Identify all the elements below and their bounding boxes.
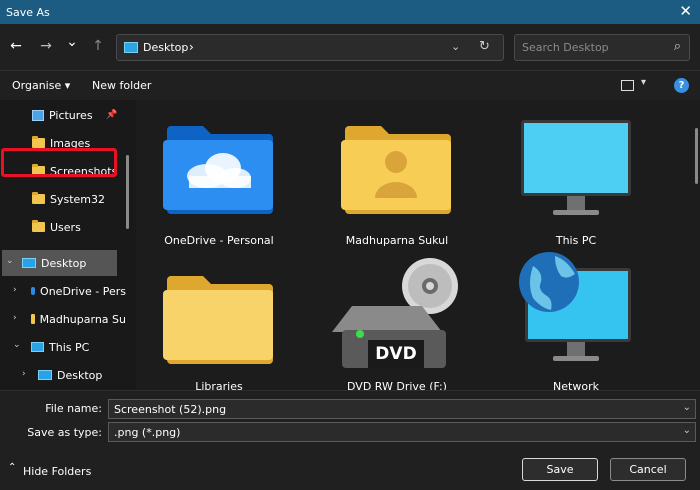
- cloud-icon: [31, 287, 36, 295]
- forward-arrow-icon[interactable]: →: [36, 36, 56, 56]
- up-arrow-icon[interactable]: ↑: [88, 36, 108, 56]
- close-icon[interactable]: ✕: [679, 2, 692, 20]
- hide-folders-chevron-icon[interactable]: ⌃: [8, 462, 16, 473]
- address-location[interactable]: Desktop: [143, 41, 188, 54]
- sidebar-item-label: OneDrive - Pers: [40, 284, 126, 298]
- monitor-icon: [521, 120, 631, 215]
- title-bar: Save As ✕: [0, 0, 700, 24]
- sidebar-item-this-pc[interactable]: ⌄ This PC: [0, 334, 126, 360]
- network-icon: [519, 252, 631, 361]
- content-item-label: This PC: [555, 234, 597, 247]
- content-item-label: Madhuparna Sukul: [345, 234, 449, 247]
- chevron-right-icon[interactable]: ›: [22, 369, 26, 379]
- search-placeholder[interactable]: Search Desktop: [522, 41, 609, 54]
- folder-icon: [32, 192, 45, 204]
- sidebar-item-pc-desktop[interactable]: › Desktop: [0, 362, 126, 388]
- pin-icon[interactable]: 📌: [106, 110, 117, 120]
- content-item-label: OneDrive - Personal: [164, 234, 274, 247]
- sidebar-item-label: This PC: [49, 340, 90, 354]
- sidebar-item-desktop[interactable]: ⌄ Desktop: [2, 250, 117, 276]
- new-folder-button[interactable]: New folder: [92, 79, 151, 92]
- file-name-dropdown-icon[interactable]: ⌄: [683, 402, 691, 413]
- back-arrow-icon[interactable]: ←: [6, 36, 26, 56]
- address-bar[interactable]: Desktop › ⌄ ↻: [116, 34, 504, 61]
- selection-highlight-outline: [1, 148, 117, 177]
- file-name-label: File name:: [45, 402, 102, 415]
- folder-icon: [163, 276, 273, 364]
- pictures-icon: [32, 109, 44, 121]
- folder-icon: [32, 220, 45, 232]
- sidebar-item-label: Madhuparna Su: [39, 312, 126, 326]
- folder-icon: [32, 136, 45, 148]
- content-item-this-pc[interactable]: This PC: [511, 118, 641, 248]
- content-item-network[interactable]: Network: [511, 252, 641, 390]
- desktop-icon: [22, 258, 36, 268]
- command-toolbar: Organise ▾ New folder ▾ ?: [0, 70, 700, 100]
- breadcrumb-chevron-icon[interactable]: ›: [189, 40, 194, 54]
- user-folder-icon: [31, 314, 35, 324]
- search-icon[interactable]: ⌕: [674, 39, 681, 54]
- sidebar-item-label: Users: [50, 220, 81, 234]
- onedrive-folder-icon: [163, 126, 273, 214]
- recent-locations-chevron-icon[interactable]: ⌄: [62, 32, 82, 52]
- hide-folders-button[interactable]: Hide Folders: [23, 465, 91, 478]
- sidebar-item-madhuparna[interactable]: › Madhuparna Su: [0, 306, 126, 332]
- save-as-type-dropdown-icon[interactable]: ⌄: [683, 425, 691, 436]
- sidebar-scrollbar[interactable]: [126, 155, 129, 229]
- help-icon[interactable]: ?: [674, 78, 689, 93]
- chevron-right-icon[interactable]: ›: [13, 285, 17, 295]
- address-dropdown-icon[interactable]: ⌄: [451, 40, 460, 53]
- sidebar-item-label: System32: [50, 192, 106, 206]
- view-mode-icon[interactable]: [621, 80, 634, 91]
- view-dropdown-icon[interactable]: ▾: [641, 77, 646, 88]
- sidebar-item-system32[interactable]: System32: [0, 186, 126, 212]
- save-as-type-select[interactable]: .png (*.png) ⌄: [108, 422, 696, 442]
- refresh-icon[interactable]: ↻: [479, 39, 490, 54]
- save-as-type-value[interactable]: .png (*.png): [114, 426, 180, 439]
- navigation-bar: ← → ⌄ ↑ Desktop › ⌄ ↻ Search Desktop ⌕: [0, 24, 700, 70]
- save-as-type-label: Save as type:: [27, 426, 102, 439]
- desktop-icon: [124, 42, 138, 53]
- chevron-down-icon[interactable]: ⌄: [6, 256, 14, 266]
- content-item-dvd-drive[interactable]: DVD DVD RW Drive (F:): [332, 252, 462, 390]
- sidebar-item-label: Pictures: [49, 108, 93, 122]
- file-list-view: OneDrive - Personal Madhuparna Sukul Thi…: [136, 100, 700, 390]
- navigation-pane: Pictures 📌 Images Screenshots System32 U…: [0, 100, 136, 390]
- save-button[interactable]: Save: [522, 458, 598, 481]
- chevron-right-icon[interactable]: ›: [13, 313, 17, 323]
- sidebar-item-label: Desktop: [57, 368, 103, 382]
- cancel-button[interactable]: Cancel: [610, 458, 686, 481]
- content-item-label: DVD RW Drive (F:): [347, 380, 447, 390]
- content-item-label: Libraries: [195, 380, 243, 390]
- content-scrollbar[interactable]: [695, 128, 698, 184]
- dvd-badge: DVD: [368, 340, 424, 368]
- file-name-input[interactable]: Screenshot (52).png ⌄: [108, 399, 696, 419]
- chevron-down-icon[interactable]: ⌄: [13, 340, 21, 350]
- organise-menu-button[interactable]: Organise ▾: [12, 79, 70, 92]
- user-folder-icon: [341, 126, 451, 214]
- search-box[interactable]: Search Desktop ⌕: [514, 34, 690, 61]
- content-item-libraries[interactable]: Libraries: [154, 268, 284, 390]
- content-item-onedrive[interactable]: OneDrive - Personal: [154, 118, 284, 248]
- desktop-icon: [38, 370, 52, 380]
- content-item-user-folder[interactable]: Madhuparna Sukul: [332, 118, 462, 248]
- sidebar-item-users[interactable]: Users: [0, 214, 126, 240]
- sidebar-item-pictures[interactable]: Pictures 📌: [0, 102, 126, 128]
- sidebar-item-onedrive[interactable]: › OneDrive - Pers: [0, 278, 126, 304]
- window-title: Save As: [6, 5, 50, 19]
- sidebar-item-label: Desktop: [41, 256, 87, 270]
- content-item-label: Network: [553, 380, 599, 390]
- pc-icon: [31, 342, 44, 352]
- file-name-value[interactable]: Screenshot (52).png: [114, 403, 226, 416]
